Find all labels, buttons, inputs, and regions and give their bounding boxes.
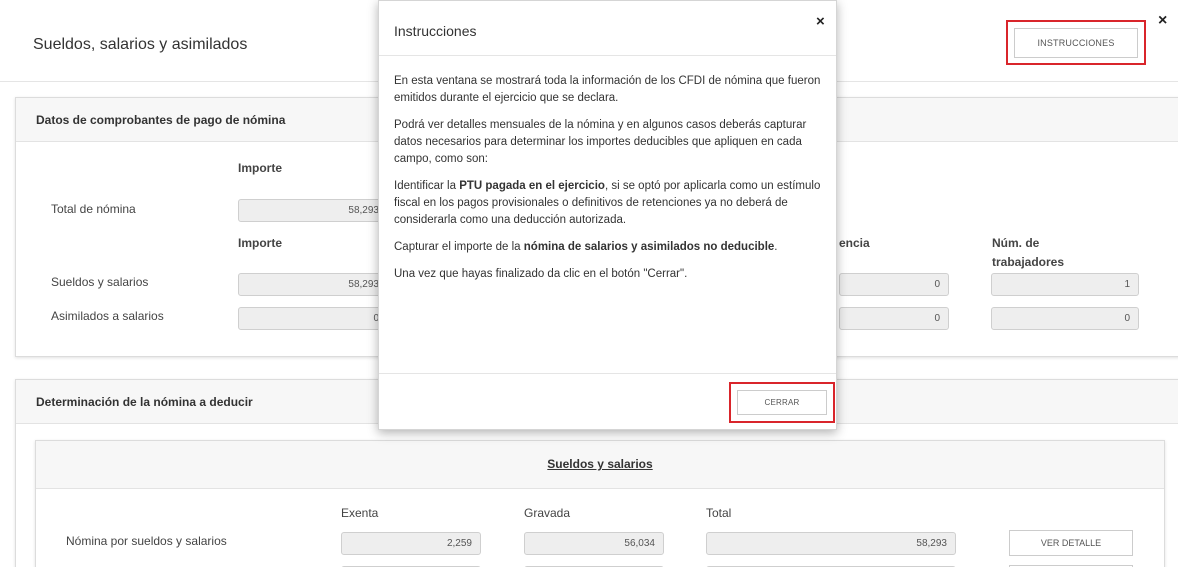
text-span: Identificar la [394, 180, 460, 192]
assimilated-importe-field: 0 [238, 307, 388, 330]
total-payroll-label: Total de nómina [51, 202, 136, 216]
modal-paragraph-1: En esta ventana se mostrará toda la info… [394, 75, 821, 104]
instructions-modal: Instrucciones × En esta ventana se mostr… [378, 0, 837, 430]
salaries-importe-field: 58,293 [238, 273, 388, 296]
modal-divider [379, 373, 836, 374]
salaries-subpanel: Sueldos y salarios Exenta Gravada Total … [35, 440, 1165, 567]
column-header-total: Total [706, 506, 732, 520]
gravada-field: 56,034 [524, 532, 664, 555]
payroll-salaries-label: Nómina por sueldos y salarios [66, 534, 227, 548]
column-header-workers-2: trabajadores [992, 255, 1065, 269]
total-field: 58,293 [706, 532, 956, 555]
column-header-importe-2: Importe [238, 236, 283, 250]
text-span: . [774, 241, 778, 253]
page-title: Sueldos, salarios y asimilados [33, 36, 248, 53]
exenta-field: 2,259 [341, 532, 481, 555]
column-header-partial: encia [839, 236, 870, 250]
assimilated-label: Asimilados a salarios [51, 309, 164, 323]
modal-body: En esta ventana se mostrará toda la info… [394, 73, 824, 293]
column-header-importe: Importe [238, 161, 283, 175]
modal-divider [379, 55, 836, 56]
subpanel-header: Sueldos y salarios [36, 441, 1164, 489]
assimilated-workers-field: 0 [991, 307, 1139, 330]
view-detail-button[interactable]: VER DETALLE [1009, 530, 1133, 556]
close-icon[interactable]: × [1158, 12, 1167, 30]
column-header-workers-1: Núm. de [992, 236, 1040, 250]
text-span: Capturar el importe de la [394, 241, 524, 253]
subpanel-title[interactable]: Sueldos y salarios [36, 457, 1164, 471]
panel-title: Datos de comprobantes de pago de nómina [36, 113, 286, 127]
panel-title: Determinación de la nómina a deducir [36, 395, 253, 409]
bold-text: nómina de salarios y asimilados no deduc… [523, 241, 775, 253]
modal-paragraph-4: Capturar el importe de la nómina de sala… [394, 239, 824, 256]
close-highlight [729, 382, 835, 423]
column-header-exenta: Exenta [341, 506, 379, 520]
salaries-label: Sueldos y salarios [51, 275, 149, 289]
bold-text: PTU pagada en el ejercicio [459, 180, 605, 192]
salaries-workers-field: 1 [991, 273, 1139, 296]
assimilated-col3-field: 0 [839, 307, 949, 330]
salaries-col3-field: 0 [839, 273, 949, 296]
instructions-highlight [1006, 20, 1146, 65]
modal-close-icon[interactable]: × [816, 13, 825, 30]
total-payroll-field: 58,293 [238, 199, 388, 222]
column-header-gravada: Gravada [524, 506, 571, 520]
modal-paragraph-5: Una vez que hayas finalizado da clic en … [394, 268, 688, 280]
modal-title: Instrucciones [394, 23, 477, 39]
modal-paragraph-2: Podrá ver detalles mensuales de la nómin… [394, 119, 807, 165]
modal-paragraph-3: Identificar la PTU pagada en el ejercici… [394, 178, 824, 229]
